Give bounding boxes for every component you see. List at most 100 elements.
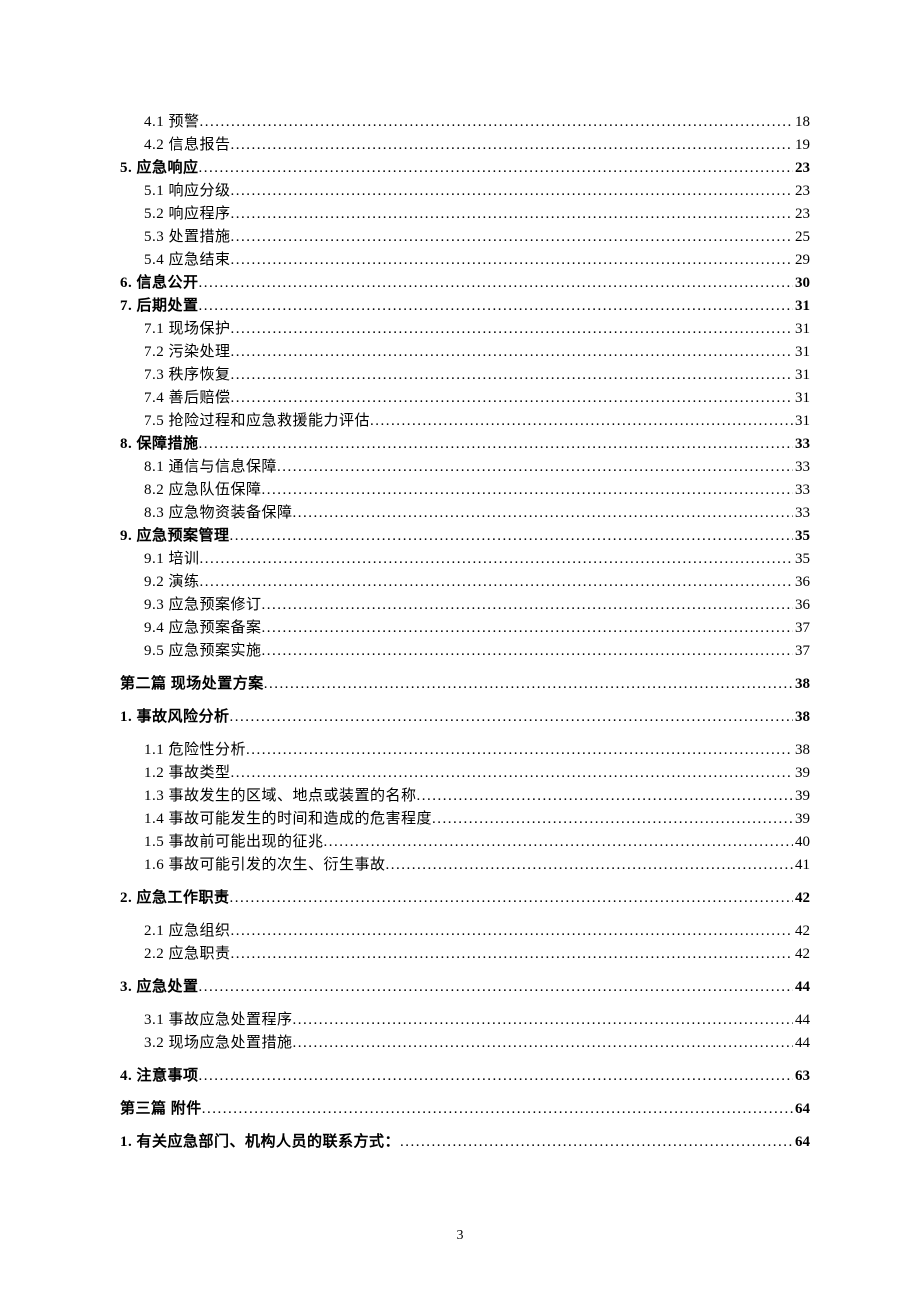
- toc-entry: 3.2 现场应急处置措施 44: [120, 1031, 810, 1055]
- toc-leader: [324, 830, 793, 854]
- toc-entry-page: 18: [793, 110, 810, 134]
- toc-entry-page: 33: [793, 501, 810, 525]
- toc-entry-page: 36: [793, 593, 810, 617]
- toc-entry-label: 7.5 抢险过程和应急救援能力评估: [144, 409, 370, 433]
- toc-entry-page: 25: [793, 225, 810, 249]
- toc-entry-page: 29: [793, 248, 810, 272]
- toc-leader: [231, 761, 793, 785]
- toc-entry-label: 8. 保障措施: [120, 432, 199, 456]
- toc-entry-page: 63: [793, 1064, 810, 1088]
- toc-leader: [277, 455, 793, 479]
- toc-entry-label: 8.1 通信与信息保障: [144, 455, 277, 479]
- toc-entry-label: 9. 应急预案管理: [120, 524, 230, 548]
- page-number: 3: [0, 1228, 920, 1244]
- toc-leader: [200, 547, 793, 571]
- toc-entry-page: 30: [793, 271, 810, 295]
- toc-entry-page: 39: [793, 807, 810, 831]
- toc-entry-label: 4.2 信息报告: [144, 133, 231, 157]
- toc-entry: 7. 后期处置 31: [120, 294, 810, 318]
- toc-leader: [199, 271, 793, 295]
- toc-entry-label: 6. 信息公开: [120, 271, 199, 295]
- toc-entry-label: 1.6 事故可能引发的次生、衍生事故: [144, 853, 386, 877]
- toc-entry-label: 1. 有关应急部门、机构人员的联系方式：: [120, 1130, 400, 1154]
- toc-entry-page: 36: [793, 570, 810, 594]
- toc-entry-page: 23: [793, 156, 810, 180]
- toc-entry: 第二篇 现场处置方案 38: [120, 672, 810, 696]
- toc-entry: 7.4 善后赔偿 31: [120, 386, 810, 410]
- toc-entry-page: 44: [793, 1031, 810, 1055]
- toc-leader: [231, 386, 793, 410]
- toc-entry: 1.6 事故可能引发的次生、衍生事故 41: [120, 853, 810, 877]
- toc-entry-label: 8.2 应急队伍保障: [144, 478, 262, 502]
- toc-entry-page: 38: [793, 738, 810, 762]
- toc-entry-label: 9.4 应急预案备案: [144, 616, 262, 640]
- toc-entry: 3. 应急处置 44: [120, 975, 810, 999]
- toc-entry-page: 23: [793, 202, 810, 226]
- toc-entry-label: 9.3 应急预案修订: [144, 593, 262, 617]
- toc-leader: [262, 478, 793, 502]
- toc-entry-page: 31: [793, 317, 810, 341]
- toc-entry-page: 35: [793, 547, 810, 571]
- toc-entry: 9. 应急预案管理 35: [120, 524, 810, 548]
- toc-entry-page: 38: [793, 672, 810, 696]
- toc-leader: [264, 672, 793, 696]
- toc-entry-page: 37: [793, 639, 810, 663]
- toc-entry-page: 35: [793, 524, 810, 548]
- toc-entry: 4.1 预警 18: [120, 110, 810, 134]
- toc-entry-label: 9.2 演练: [144, 570, 200, 594]
- toc-leader: [293, 501, 793, 525]
- toc-leader: [293, 1008, 793, 1032]
- toc-entry-page: 31: [793, 363, 810, 387]
- toc-entry: 7.5 抢险过程和应急救援能力评估 31: [120, 409, 810, 433]
- toc-entry: 8.3 应急物资装备保障 33: [120, 501, 810, 525]
- toc-leader: [231, 179, 793, 203]
- toc-entry-page: 23: [793, 179, 810, 203]
- toc-entry-label: 第二篇 现场处置方案: [120, 672, 264, 696]
- toc-entry-label: 1.5 事故前可能出现的征兆: [144, 830, 324, 854]
- toc-entry: 2.2 应急职责 42: [120, 942, 810, 966]
- toc-entry-label: 4. 注意事项: [120, 1064, 199, 1088]
- toc-entry: 9.3 应急预案修订 36: [120, 593, 810, 617]
- toc-leader: [293, 1031, 793, 1055]
- toc-leader: [231, 202, 793, 226]
- toc-entry-page: 31: [793, 294, 810, 318]
- toc-leader: [231, 919, 793, 943]
- toc-entry-page: 37: [793, 616, 810, 640]
- toc-entry: 4.2 信息报告 19: [120, 133, 810, 157]
- toc-leader: [400, 1130, 793, 1154]
- toc-leader: [199, 432, 793, 456]
- toc-entry-label: 8.3 应急物资装备保障: [144, 501, 293, 525]
- toc-entry-page: 33: [793, 432, 810, 456]
- toc-entry-label: 7.2 污染处理: [144, 340, 231, 364]
- toc-entry-page: 41: [793, 853, 810, 877]
- toc-entry-label: 1. 事故风险分析: [120, 705, 230, 729]
- toc-entry-label: 4.1 预警: [144, 110, 200, 134]
- toc-entry-label: 7.4 善后赔偿: [144, 386, 231, 410]
- toc-leader: [417, 784, 793, 808]
- toc-entry-label: 1.1 危险性分析: [144, 738, 246, 762]
- table-of-contents: 4.1 预警 184.2 信息报告 195. 应急响应 235.1 响应分级 2…: [120, 110, 810, 1154]
- toc-entry: 9.4 应急预案备案 37: [120, 616, 810, 640]
- toc-entry: 9.2 演练 36: [120, 570, 810, 594]
- toc-leader: [200, 110, 793, 134]
- toc-entry-label: 7.3 秩序恢复: [144, 363, 231, 387]
- toc-entry: 8.1 通信与信息保障 33: [120, 455, 810, 479]
- toc-entry-label: 1.4 事故可能发生的时间和造成的危害程度: [144, 807, 432, 831]
- toc-entry-label: 1.2 事故类型: [144, 761, 231, 785]
- toc-entry-page: 31: [793, 340, 810, 364]
- toc-leader: [231, 225, 793, 249]
- toc-entry: 5.4 应急结束 29: [120, 248, 810, 272]
- toc-entry-page: 44: [793, 1008, 810, 1032]
- toc-entry: 8.2 应急队伍保障 33: [120, 478, 810, 502]
- page-content: 4.1 预警 184.2 信息报告 195. 应急响应 235.1 响应分级 2…: [0, 0, 920, 1213]
- toc-entry-page: 64: [793, 1130, 810, 1154]
- toc-entry-page: 38: [793, 705, 810, 729]
- toc-entry: 2. 应急工作职责 42: [120, 886, 810, 910]
- toc-entry-label: 2.2 应急职责: [144, 942, 231, 966]
- toc-leader: [262, 593, 793, 617]
- toc-leader: [370, 409, 793, 433]
- toc-entry-label: 1.3 事故发生的区域、地点或装置的名称: [144, 784, 417, 808]
- toc-entry: 1. 事故风险分析 38: [120, 705, 810, 729]
- toc-entry-label: 3.2 现场应急处置措施: [144, 1031, 293, 1055]
- toc-entry-label: 5.3 处置措施: [144, 225, 231, 249]
